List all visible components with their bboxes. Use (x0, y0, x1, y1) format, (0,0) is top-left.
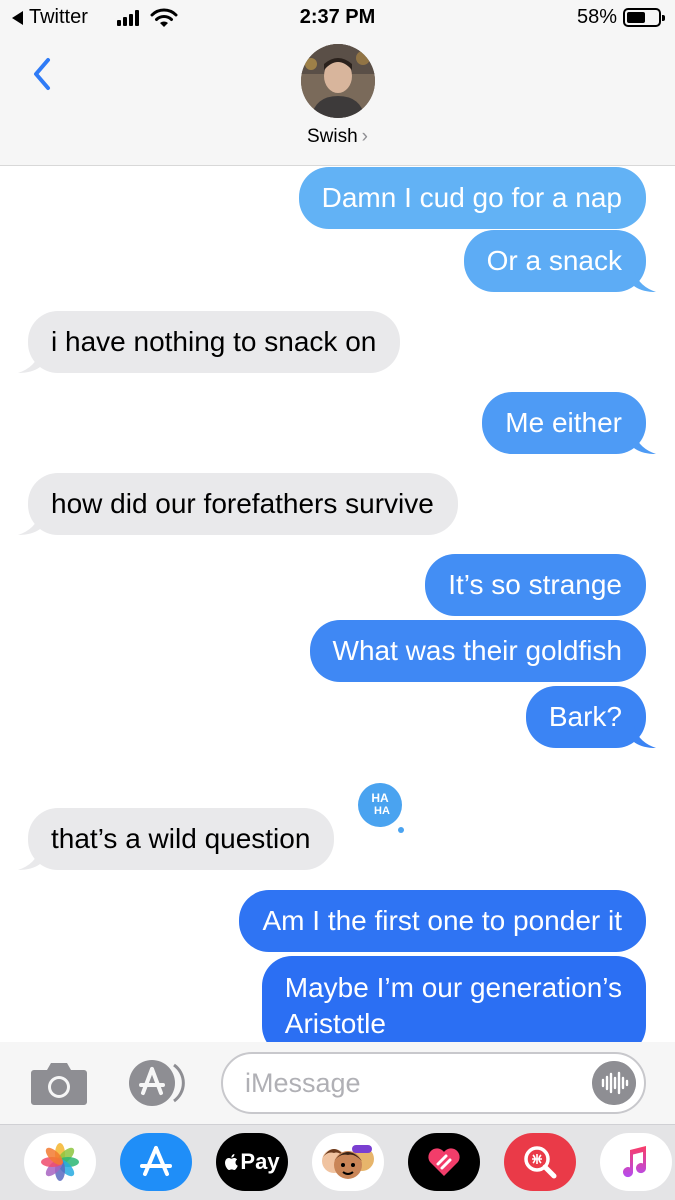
apple-logo-icon (225, 1154, 239, 1170)
sent-message-bubble[interactable]: Damn I cud go for a nap (298, 167, 646, 229)
message-text: What was their goldfish (332, 635, 622, 666)
music-icon (623, 1146, 647, 1178)
contact-name-button[interactable]: Swish › (0, 126, 675, 148)
digital-touch-app-button[interactable] (408, 1133, 480, 1191)
image-search-app-button[interactable] (504, 1133, 576, 1191)
back-chevron-icon[interactable] (24, 54, 64, 94)
sent-message-bubble[interactable]: Bark? (525, 686, 656, 748)
photos-app-button[interactable] (24, 1133, 96, 1191)
sent-message-bubble[interactable]: Or a snack (463, 230, 656, 292)
message-placeholder: iMessage (245, 1068, 361, 1098)
received-message-bubble[interactable]: that’s a wild question (18, 808, 335, 870)
apple-pay-app-button[interactable]: Pay (216, 1133, 288, 1191)
chevron-right-icon: › (361, 126, 368, 147)
message-text: i have nothing to snack on (51, 326, 377, 357)
contact-name: Swish (306, 126, 358, 147)
message-thread[interactable]: Damn I cud go for a nap Or a snack i hav… (0, 167, 675, 1042)
message-text: how did our forefathers survive (51, 488, 434, 519)
message-text: It’s so strange (448, 569, 622, 600)
sent-message-bubble[interactable]: It’s so strange (425, 554, 646, 616)
contact-avatar[interactable] (301, 44, 375, 118)
message-text: that’s a wild question (51, 823, 311, 854)
status-bar: Twitter 2:37 PM 58% (0, 0, 675, 36)
message-text: Me either (505, 407, 622, 438)
app-store-icon[interactable] (124, 1059, 192, 1107)
image-search-icon (524, 1146, 557, 1179)
camera-icon[interactable] (30, 1060, 88, 1106)
compose-bar: iMessage (0, 1042, 675, 1124)
memoji-icon (322, 1145, 374, 1179)
memoji-app-button[interactable] (312, 1133, 384, 1191)
conversation-header: Swish › (0, 36, 675, 166)
message-text: Or a snack (486, 245, 622, 276)
photos-icon (41, 1143, 79, 1181)
app-store-icon (140, 1146, 172, 1176)
svg-text:HA: HA (374, 805, 390, 817)
message-text: Maybe I’m our generation’s Aristotle (284, 972, 622, 1039)
battery-icon (623, 8, 665, 27)
sent-message-bubble[interactable]: What was their goldfish (309, 620, 646, 682)
message-text: Am I the first one to ponder it (262, 905, 622, 936)
received-message-bubble[interactable]: how did our forefathers survive (18, 473, 458, 535)
apple-pay-label: Pay (240, 1149, 280, 1174)
haha-tapback-icon[interactable]: HA HA (351, 778, 409, 836)
message-input[interactable]: iMessage (221, 1052, 646, 1114)
imessage-app-drawer: Pay (0, 1124, 675, 1200)
received-message-bubble[interactable]: i have nothing to snack on (18, 311, 401, 373)
sent-message-bubble[interactable]: Am I the first one to ponder it (239, 890, 646, 952)
message-text: Bark? (548, 701, 622, 732)
app-store-app-button[interactable] (120, 1133, 192, 1191)
svg-text:HA: HA (371, 791, 389, 805)
audio-waveform-icon[interactable] (592, 1061, 636, 1105)
battery-percent: 58% (576, 6, 617, 28)
sent-message-bubble[interactable]: Me either (482, 392, 656, 454)
sent-message-bubble[interactable]: Maybe I’m our generation’s Aristotle (261, 956, 646, 1042)
status-time: 2:37 PM (299, 6, 376, 28)
music-app-button[interactable] (600, 1133, 672, 1191)
message-text: Damn I cud go for a nap (321, 182, 622, 213)
digital-touch-icon (428, 1148, 460, 1176)
